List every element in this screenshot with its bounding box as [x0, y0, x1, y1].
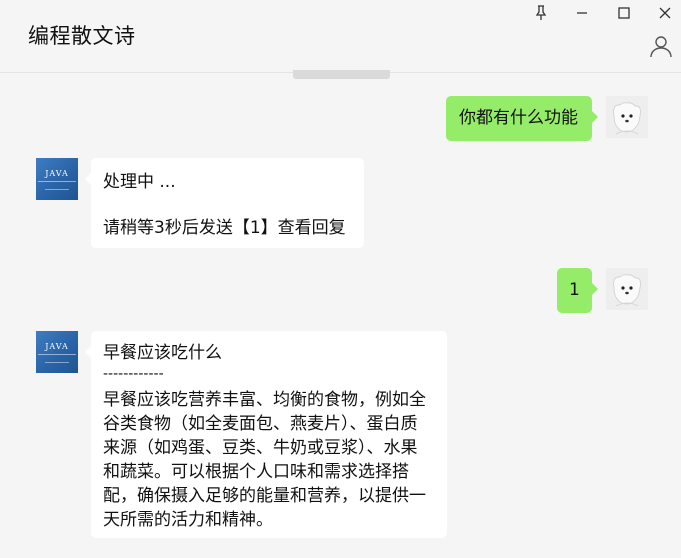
message-bubble: 早餐应该吃什么 ------------ 早餐应该吃营养丰富、均衡的食物，例如全… — [85, 331, 447, 538]
message-text: 处理中 ... — [103, 172, 176, 192]
message-text: 早餐应该吃什么 — [103, 343, 222, 363]
message-text: 天所需的活力和精神。 — [103, 510, 273, 530]
person-icon[interactable] — [649, 34, 673, 58]
avatar-decoration — [38, 354, 76, 355]
message-text: 早餐应该吃营养丰富、均衡的食物，例如全 — [103, 390, 426, 410]
avatar-decoration — [38, 181, 76, 182]
title-bar: 编程散文诗 — [0, 0, 681, 73]
message-text: 请稍等3秒后发送【1】查看回复 — [103, 218, 346, 238]
time-divider — [293, 70, 390, 79]
message-text: 谷类食物（如全麦面包、燕麦片）、蛋白质 — [103, 414, 418, 434]
maximize-icon[interactable] — [613, 3, 635, 23]
dog-avatar[interactable] — [606, 96, 648, 138]
message-bubble: 1 — [557, 268, 598, 313]
minimize-icon[interactable] — [571, 3, 593, 23]
avatar-label: JAVA — [45, 169, 69, 178]
avatar-label: JAVA — [45, 342, 69, 351]
chat-title: 编程散文诗 — [28, 24, 136, 48]
java-avatar[interactable]: JAVA — [36, 158, 78, 200]
message-text: 配，确保摄入足够的能量和营养，以提供一 — [103, 486, 426, 506]
java-avatar[interactable]: JAVA — [36, 331, 78, 373]
message-text: 来源（如鸡蛋、豆类、牛奶或豆浆）、水果 — [103, 438, 418, 458]
avatar-decoration — [45, 362, 69, 363]
close-icon[interactable] — [654, 3, 676, 23]
dog-avatar[interactable] — [606, 268, 648, 310]
message-text: 你都有什么功能 — [459, 108, 578, 128]
message-bubble: 处理中 ... 请稍等3秒后发送【1】查看回复 — [85, 158, 364, 248]
message-bubble: 你都有什么功能 — [446, 96, 598, 141]
message-text: 1 — [569, 280, 580, 300]
message-separator: ------------ — [103, 366, 164, 382]
pin-icon[interactable] — [530, 3, 552, 23]
message-text: 和蔬菜。可以根据个人口味和需求选择搭 — [103, 462, 409, 482]
avatar-decoration — [45, 189, 69, 190]
